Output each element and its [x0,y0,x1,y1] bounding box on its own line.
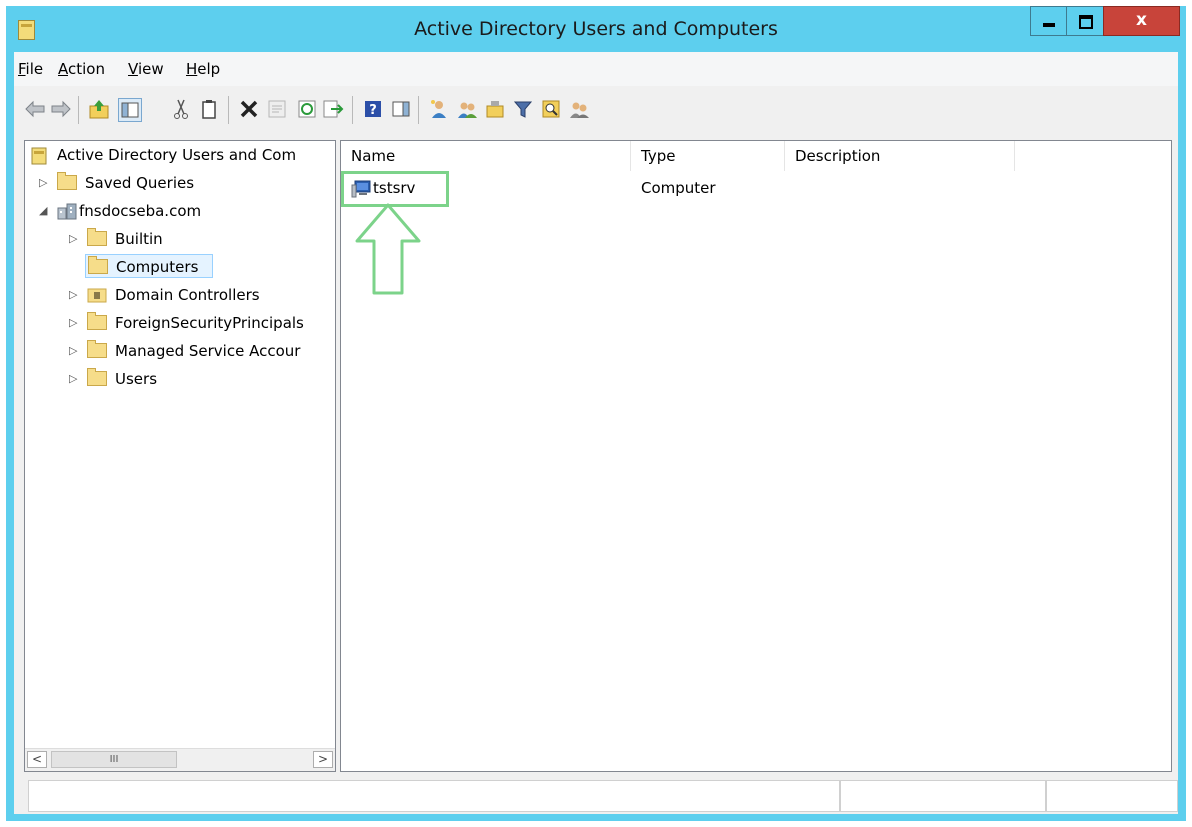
tree-horizontal-scrollbar[interactable]: < III > [25,748,335,771]
folder-icon [87,368,107,386]
status-pane-middle [840,780,1046,812]
tree-item-label: Domain Controllers [115,286,260,304]
expand-arrow-icon[interactable]: ▷ [69,227,79,251]
menu-bar: File Action View Help [14,52,1178,86]
details-list[interactable]: Name Type Description tstsrv Computer [340,140,1172,772]
annotation-up-arrow-icon [355,203,421,295]
maximize-button[interactable] [1066,6,1104,36]
toolbar-separator [228,96,229,124]
menu-file[interactable]: File [18,60,43,78]
aduc-snapin-icon [31,147,47,165]
add-to-group-icon[interactable] [568,98,590,120]
scroll-right-icon[interactable]: > [313,751,333,768]
column-header-description[interactable]: Description [785,141,1015,171]
cut-icon[interactable] [170,98,192,120]
scroll-left-icon[interactable]: < [27,751,47,768]
tree-item-label: Saved Queries [85,174,195,192]
tree-item-computers[interactable]: Computers [85,254,213,278]
properties-icon[interactable] [266,98,288,120]
column-header-type[interactable]: Type [631,141,785,171]
folder-icon [88,256,108,274]
app-window: Active Directory Users and Computers x F… [6,6,1186,821]
folder-icon [57,172,77,190]
scroll-thumb[interactable]: III [51,751,177,768]
folder-icon [87,312,107,330]
tree-item-label: Users [115,370,158,388]
expand-arrow-icon[interactable]: ▷ [69,367,79,391]
forward-icon[interactable] [50,98,72,120]
toolbar: ? [14,86,1178,137]
folder-icon [87,340,107,358]
minimize-icon [1043,23,1055,27]
status-bar [14,776,1178,814]
status-pane-main [28,780,840,812]
menu-view[interactable]: View [128,60,164,78]
expand-arrow-icon[interactable]: ▷ [39,171,49,195]
tree-item-label: Computers [116,258,199,276]
expand-arrow-icon[interactable]: ▷ [69,283,79,307]
toolbar-separator [78,96,79,124]
close-icon: x [1136,10,1147,30]
delete-icon[interactable] [238,98,260,120]
new-group-icon[interactable] [456,98,478,120]
back-icon[interactable] [24,98,46,120]
tree-item-label: fnsdocseba.com [79,202,202,220]
filter-icon[interactable] [512,98,534,120]
refresh-icon[interactable] [296,98,318,120]
expand-arrow-icon[interactable]: ▷ [69,339,79,363]
collapse-arrow-icon[interactable]: ◢ [39,199,49,223]
help-icon[interactable]: ? [362,98,384,120]
row-type: Computer [641,179,716,197]
title-bar[interactable]: Active Directory Users and Computers x [6,6,1186,52]
menu-action[interactable]: Action [58,60,105,78]
close-button[interactable]: x [1103,6,1180,36]
tree-item-label: Builtin [115,230,163,248]
copy-icon[interactable] [198,98,220,120]
content-area: Active Directory Users and Com ▷ Saved Q… [14,136,1178,776]
new-user-icon[interactable] [428,98,450,120]
expand-arrow-icon[interactable]: ▷ [69,311,79,335]
maximize-icon [1079,15,1093,29]
tree-item-label: Managed Service Accour [115,342,301,360]
window-title: Active Directory Users and Computers [414,18,778,40]
status-pane-right [1046,780,1178,812]
tree-item-label: Active Directory Users and Com [57,146,297,164]
minimize-button[interactable] [1030,6,1067,36]
toolbar-separator [352,96,353,124]
domain-icon [57,203,77,220]
show-action-pane-icon[interactable] [390,98,412,120]
new-ou-icon[interactable] [484,98,506,120]
up-folder-icon[interactable] [88,98,110,120]
menu-help[interactable]: Help [186,60,220,78]
tree-item-label: ForeignSecurityPrincipals [115,314,304,332]
toolbar-separator [418,96,419,124]
find-icon[interactable] [540,98,562,120]
folder-icon [87,228,107,246]
console-tree[interactable]: Active Directory Users and Com ▷ Saved Q… [24,140,336,772]
ou-folder-icon [87,288,107,303]
column-header-name[interactable]: Name [341,141,631,171]
svg-text:?: ? [369,103,377,118]
show-hide-console-tree-icon[interactable] [118,98,142,122]
export-list-icon[interactable] [322,98,344,120]
